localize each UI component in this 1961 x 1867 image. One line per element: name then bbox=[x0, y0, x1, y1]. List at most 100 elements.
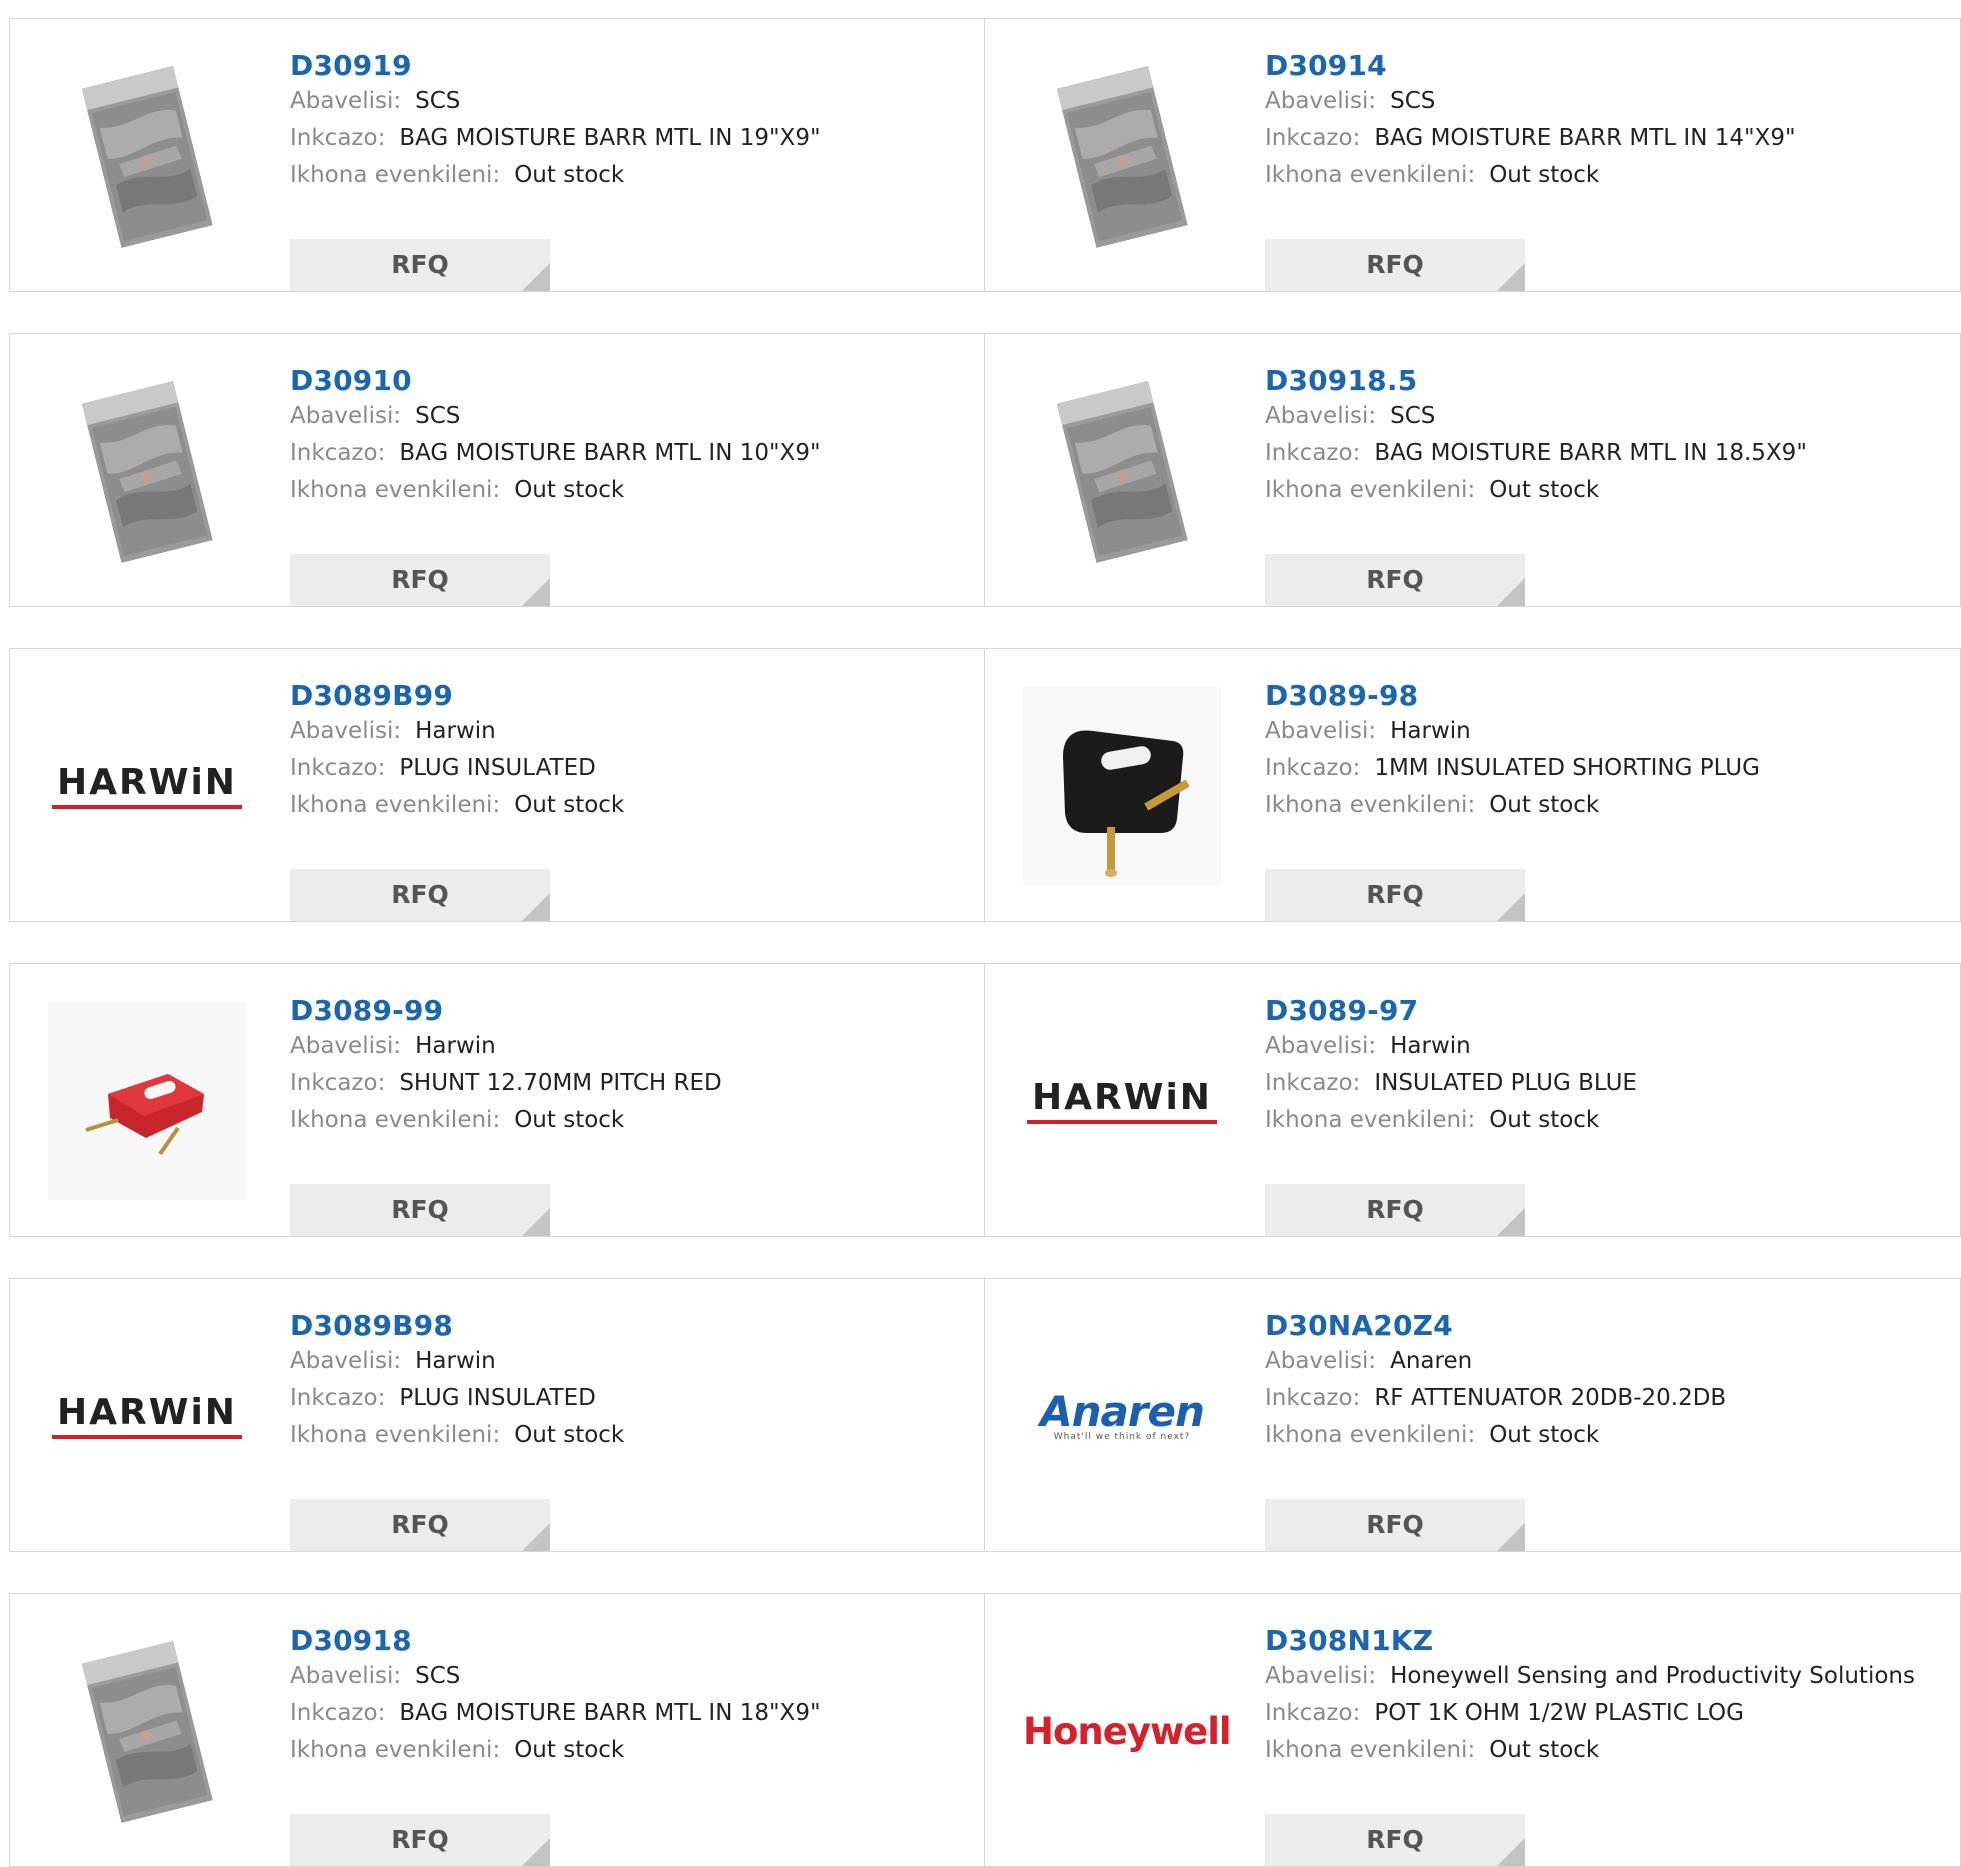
manufacturer-row: Abavelisi: Harwin bbox=[290, 1343, 974, 1380]
manufacturer-label: Abavelisi: bbox=[290, 1033, 402, 1059]
stock-value: Out stock bbox=[514, 792, 625, 818]
description-row: Inkcazo: POT 1K OHM 1/2W PLASTIC LOG bbox=[1265, 1695, 1950, 1732]
product-image[interactable] bbox=[1023, 57, 1221, 255]
part-number-link[interactable]: D30918.5 bbox=[1265, 364, 1950, 398]
manufacturer-label: Abavelisi: bbox=[1265, 1033, 1377, 1059]
product-image[interactable]: HARWiN bbox=[48, 1317, 246, 1515]
product-image[interactable] bbox=[1023, 372, 1221, 570]
product-card: Honeywell D308N1KZ Abavelisi: Honeywell S… bbox=[985, 1593, 1961, 1867]
rfq-button[interactable]: RFQ bbox=[290, 1814, 550, 1866]
description-label: Inkcazo: bbox=[1265, 440, 1361, 466]
stock-row: Ikhona evenkileni: Out stock bbox=[290, 472, 974, 509]
part-number-link[interactable]: D30NA20Z4 bbox=[1265, 1309, 1950, 1343]
stock-row: Ikhona evenkileni: Out stock bbox=[1265, 1102, 1950, 1139]
product-image[interactable]: HARWiN bbox=[1023, 1002, 1221, 1200]
part-number-link[interactable]: D3089B98 bbox=[290, 1309, 974, 1343]
harwin-logo: HARWiN bbox=[48, 763, 246, 809]
rfq-button[interactable]: RFQ bbox=[1265, 239, 1525, 291]
description-label: Inkcazo: bbox=[1265, 125, 1361, 151]
product-image[interactable] bbox=[1023, 687, 1221, 885]
rfq-corner-decoration bbox=[522, 1523, 550, 1551]
honeywell-logo: Honeywell bbox=[1023, 1709, 1232, 1753]
moisture-bag-image bbox=[81, 66, 213, 248]
rfq-button[interactable]: RFQ bbox=[290, 1184, 550, 1236]
manufacturer-label: Abavelisi: bbox=[290, 88, 402, 114]
part-number-link[interactable]: D3089-99 bbox=[290, 994, 974, 1028]
stock-value: Out stock bbox=[514, 162, 625, 188]
part-number-link[interactable]: D3089-97 bbox=[1265, 994, 1950, 1028]
stock-row: Ikhona evenkileni: Out stock bbox=[290, 1417, 974, 1454]
rfq-button[interactable]: RFQ bbox=[1265, 1814, 1525, 1866]
part-number-link[interactable]: D308N1KZ bbox=[1265, 1624, 1950, 1658]
stock-value: Out stock bbox=[514, 477, 625, 503]
rfq-button[interactable]: RFQ bbox=[1265, 1184, 1525, 1236]
part-number-link[interactable]: D30919 bbox=[290, 49, 974, 83]
description-label: Inkcazo: bbox=[1265, 1700, 1361, 1726]
part-number-link[interactable]: D3089-98 bbox=[1265, 679, 1950, 713]
product-image[interactable] bbox=[48, 1632, 246, 1830]
rfq-corner-decoration bbox=[522, 1838, 550, 1866]
description-value: BAG MOISTURE BARR MTL IN 19"X9" bbox=[399, 125, 821, 151]
rfq-button[interactable]: RFQ bbox=[1265, 869, 1525, 921]
stock-label: Ikhona evenkileni: bbox=[290, 1422, 501, 1448]
manufacturer-label: Abavelisi: bbox=[1265, 88, 1377, 114]
manufacturer-label: Abavelisi: bbox=[290, 1663, 402, 1689]
product-image[interactable] bbox=[48, 57, 246, 255]
description-label: Inkcazo: bbox=[1265, 1070, 1361, 1096]
product-info: D30919 Abavelisi: SCS Inkcazo: BAG MOISTUR… bbox=[290, 49, 974, 291]
stock-label: Ikhona evenkileni: bbox=[1265, 1737, 1476, 1763]
stock-row: Ikhona evenkileni: Out stock bbox=[1265, 157, 1950, 194]
product-image[interactable] bbox=[48, 1002, 246, 1200]
manufacturer-value: Honeywell Sensing and Productivity Solut… bbox=[1390, 1663, 1915, 1689]
product-image[interactable]: Anaren What'll we think of next? bbox=[1023, 1317, 1221, 1515]
product-info: D30914 Abavelisi: SCS Inkcazo: BAG MOISTUR… bbox=[1265, 49, 1950, 291]
rfq-button[interactable]: RFQ bbox=[1265, 554, 1525, 606]
stock-label: Ikhona evenkileni: bbox=[290, 162, 501, 188]
product-image[interactable]: HARWiN bbox=[48, 687, 246, 885]
moisture-bag-image bbox=[1056, 381, 1188, 563]
description-value: RF ATTENUATOR 20DB-20.2DB bbox=[1374, 1385, 1727, 1411]
product-row: D30919 Abavelisi: SCS Inkcazo: BAG MOISTUR… bbox=[9, 18, 1961, 292]
rfq-button[interactable]: RFQ bbox=[290, 554, 550, 606]
rfq-button[interactable]: RFQ bbox=[1265, 1499, 1525, 1551]
manufacturer-label: Abavelisi: bbox=[1265, 1663, 1377, 1689]
product-info: D30NA20Z4 Abavelisi: Anaren Inkcazo: RF AT… bbox=[1265, 1309, 1950, 1551]
rfq-button[interactable]: RFQ bbox=[290, 869, 550, 921]
product-image[interactable]: Honeywell bbox=[1023, 1632, 1232, 1830]
description-value: BAG MOISTURE BARR MTL IN 14"X9" bbox=[1374, 125, 1796, 151]
red-shunt-image bbox=[48, 1002, 246, 1200]
manufacturer-label: Abavelisi: bbox=[1265, 1348, 1377, 1374]
rfq-label: RFQ bbox=[1366, 565, 1424, 594]
rfq-button[interactable]: RFQ bbox=[290, 1499, 550, 1551]
rfq-corner-decoration bbox=[522, 578, 550, 606]
part-number-link[interactable]: D3089B99 bbox=[290, 679, 974, 713]
part-number-link[interactable]: D30910 bbox=[290, 364, 974, 398]
description-value: BAG MOISTURE BARR MTL IN 10"X9" bbox=[399, 440, 821, 466]
part-number-link[interactable]: D30914 bbox=[1265, 49, 1950, 83]
rfq-button[interactable]: RFQ bbox=[290, 239, 550, 291]
product-row: D30910 Abavelisi: SCS Inkcazo: BAG MOISTUR… bbox=[9, 333, 1961, 607]
stock-row: Ikhona evenkileni: Out stock bbox=[1265, 472, 1950, 509]
rfq-label: RFQ bbox=[1366, 1195, 1424, 1224]
rfq-label: RFQ bbox=[391, 880, 449, 909]
description-row: Inkcazo: SHUNT 12.70MM PITCH RED bbox=[290, 1065, 974, 1102]
product-card: HARWiN D3089B99 Abavelisi: Harwin Inkcazo… bbox=[9, 648, 985, 922]
description-label: Inkcazo: bbox=[290, 1700, 386, 1726]
description-row: Inkcazo: BAG MOISTURE BARR MTL IN 18.5X9" bbox=[1265, 435, 1950, 472]
product-info: D30910 Abavelisi: SCS Inkcazo: BAG MOISTUR… bbox=[290, 364, 974, 606]
stock-value: Out stock bbox=[1489, 1422, 1600, 1448]
product-info: D3089B99 Abavelisi: Harwin Inkcazo: PLUG I… bbox=[290, 679, 974, 921]
product-row: HARWiN D3089B98 Abavelisi: Harwin Inkcazo… bbox=[9, 1278, 1961, 1552]
rfq-label: RFQ bbox=[391, 250, 449, 279]
moisture-bag-image bbox=[1056, 66, 1188, 248]
part-number-link[interactable]: D30918 bbox=[290, 1624, 974, 1658]
product-image[interactable] bbox=[48, 372, 246, 570]
stock-label: Ikhona evenkileni: bbox=[1265, 162, 1476, 188]
stock-label: Ikhona evenkileni: bbox=[290, 1737, 501, 1763]
manufacturer-row: Abavelisi: Honeywell Sensing and Producti… bbox=[1265, 1658, 1950, 1695]
description-label: Inkcazo: bbox=[1265, 755, 1361, 781]
rfq-label: RFQ bbox=[391, 565, 449, 594]
harwin-logo: HARWiN bbox=[1023, 1078, 1221, 1124]
rfq-corner-decoration bbox=[522, 1208, 550, 1236]
rfq-label: RFQ bbox=[391, 1825, 449, 1854]
